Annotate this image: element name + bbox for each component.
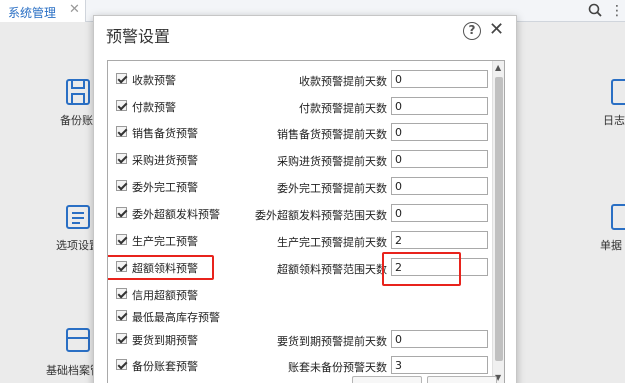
warning-label: 付款预警 xyxy=(132,101,176,114)
warning-checkbox[interactable] xyxy=(116,359,127,370)
days-label: 委外完工预警提前天数 xyxy=(277,182,387,195)
tile-document[interactable]: 单据 xyxy=(600,203,625,253)
warning-label: 销售备货预警 xyxy=(132,127,198,140)
tile-label: 单据 xyxy=(600,239,622,252)
warning-row: 销售备货预警 销售备货预警提前天数 xyxy=(108,122,492,144)
options-icon xyxy=(66,205,90,229)
warning-checkbox[interactable] xyxy=(116,288,127,299)
warning-label: 要货到期预警 xyxy=(132,334,198,347)
search-icon xyxy=(588,3,602,17)
warning-checkbox[interactable] xyxy=(116,180,127,191)
backup-icon xyxy=(66,79,90,105)
warning-row: 要货到期预警 要货到期预警提前天数 xyxy=(108,329,492,351)
warning-label: 信用超额预警 xyxy=(132,289,198,302)
warning-row: 备份账套预警 账套未备份预警天数 xyxy=(108,355,492,377)
confirm-button[interactable] xyxy=(352,376,422,383)
days-input[interactable] xyxy=(391,231,488,249)
warning-row: 委外超额发料预警 委外超额发料预警范围天数 xyxy=(108,203,492,225)
close-icon[interactable]: ✕ xyxy=(489,19,504,40)
days-label: 付款预警提前天数 xyxy=(299,102,387,115)
help-icon[interactable]: ? xyxy=(463,22,481,40)
warning-checkbox[interactable] xyxy=(116,310,127,321)
warning-row: 生产完工预警 生产完工预警提前天数 xyxy=(108,230,492,252)
scroll-thumb[interactable] xyxy=(495,77,503,361)
scroll-up-icon[interactable]: ▲ xyxy=(495,63,501,72)
days-input[interactable] xyxy=(391,177,488,195)
dialog-title: 预警设置 xyxy=(106,27,171,46)
warning-checkbox[interactable] xyxy=(116,207,127,218)
tile-label: 日志 xyxy=(603,114,625,127)
days-label: 超额领料预警范围天数 xyxy=(277,263,387,276)
days-input[interactable] xyxy=(391,356,488,374)
days-input[interactable] xyxy=(391,97,488,115)
warning-row: 委外完工预警 委外完工预警提前天数 xyxy=(108,176,492,198)
warning-label: 采购进货预警 xyxy=(132,154,198,167)
warning-checkbox[interactable] xyxy=(116,153,127,164)
warning-checkbox[interactable] xyxy=(116,73,127,84)
warning-row: 收款预警 收款预警提前天数 xyxy=(108,69,492,91)
days-input[interactable] xyxy=(391,330,488,348)
warning-row: 最低最高库存预警 xyxy=(108,306,492,328)
warning-label: 生产完工预警 xyxy=(132,235,198,248)
log-icon xyxy=(611,79,625,105)
tile-log[interactable]: 日志 xyxy=(603,78,625,128)
days-label: 收款预警提前天数 xyxy=(299,75,387,88)
days-label: 账套未备份预警天数 xyxy=(288,361,387,374)
tab-label: 系统管理 xyxy=(8,6,57,20)
vertical-scrollbar[interactable]: ▲ ▼ xyxy=(492,61,504,383)
days-input[interactable] xyxy=(391,204,488,222)
warning-row: 采购进货预警 采购进货预警提前天数 xyxy=(108,149,492,171)
warning-row: 信用超额预警 xyxy=(108,284,492,306)
warning-checkbox[interactable] xyxy=(116,234,127,245)
warning-label: 收款预警 xyxy=(132,74,176,87)
days-label: 委外超额发料预警范围天数 xyxy=(255,209,387,222)
more-menu-icon[interactable]: ⋮ xyxy=(610,3,624,19)
highlight-box-warning xyxy=(108,255,214,280)
days-label: 要货到期预警提前天数 xyxy=(277,335,387,348)
cancel-button[interactable] xyxy=(427,376,497,383)
days-label: 生产完工预警提前天数 xyxy=(277,236,387,249)
warning-label: 委外超额发料预警 xyxy=(132,208,220,221)
warning-label: 最低最高库存预警 xyxy=(132,311,220,324)
days-input[interactable] xyxy=(391,70,488,88)
days-label: 销售备货预警提前天数 xyxy=(277,128,387,141)
days-label: 采购进货预警提前天数 xyxy=(277,155,387,168)
warning-settings-dialog: 预警设置 ? ✕ 收款预警 收款预警提前天数 付款预警 付款预警提前天数 销售备… xyxy=(93,15,517,383)
warning-label: 备份账套预警 xyxy=(132,360,198,373)
warning-row: 付款预警 付款预警提前天数 xyxy=(108,96,492,118)
warning-label: 委外完工预警 xyxy=(132,181,198,194)
highlight-box-days xyxy=(382,252,461,286)
tab-system-management[interactable]: 系统管理 ✕ xyxy=(0,0,86,22)
archive-icon xyxy=(66,328,90,352)
warning-checkbox[interactable] xyxy=(116,100,127,111)
close-icon[interactable]: ✕ xyxy=(69,2,80,17)
warning-checkbox[interactable] xyxy=(116,333,127,344)
search-button[interactable] xyxy=(584,0,606,22)
days-input[interactable] xyxy=(391,123,488,141)
days-input[interactable] xyxy=(391,150,488,168)
warning-list-panel: 收款预警 收款预警提前天数 付款预警 付款预警提前天数 销售备货预警 销售备货预… xyxy=(107,60,505,383)
document-icon xyxy=(611,204,625,230)
warning-checkbox[interactable] xyxy=(116,126,127,137)
